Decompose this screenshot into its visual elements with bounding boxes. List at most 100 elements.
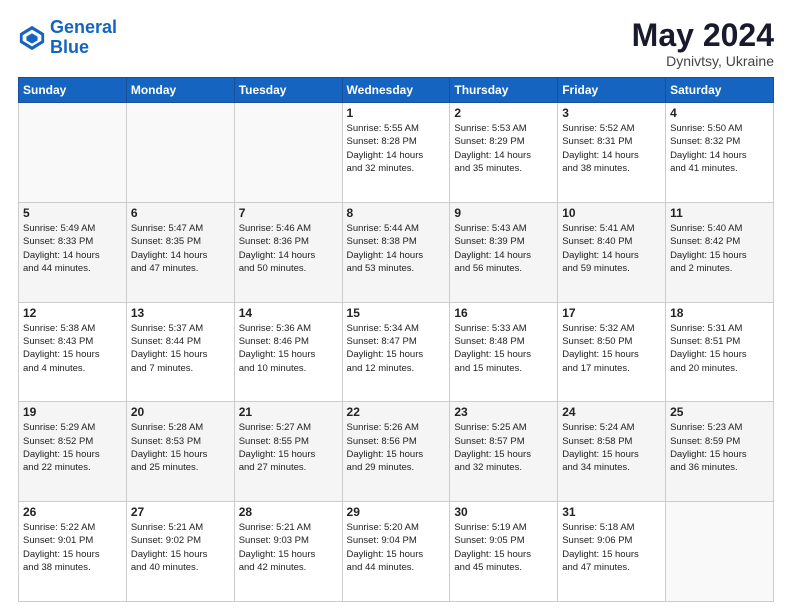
calendar-cell: 20 Sunrise: 5:28 AM Sunset: 8:53 PM Dayli…: [126, 402, 234, 502]
calendar-cell: 11 Sunrise: 5:40 AM Sunset: 8:42 PM Dayli…: [666, 202, 774, 302]
title-block: May 2024 Dynivtsy, Ukraine: [632, 18, 774, 69]
day-number: 13: [131, 306, 230, 320]
day-info: Sunrise: 5:43 AM Sunset: 8:39 PM Dayligh…: [454, 222, 553, 275]
day-number: 24: [562, 405, 661, 419]
calendar-cell: 2 Sunrise: 5:53 AM Sunset: 8:29 PM Daylig…: [450, 103, 558, 203]
day-number: 9: [454, 206, 553, 220]
calendar-cell: 27 Sunrise: 5:21 AM Sunset: 9:02 PM Dayli…: [126, 502, 234, 602]
calendar-cell: 1 Sunrise: 5:55 AM Sunset: 8:28 PM Daylig…: [342, 103, 450, 203]
day-info: Sunrise: 5:55 AM Sunset: 8:28 PM Dayligh…: [347, 122, 446, 175]
day-header-tuesday: Tuesday: [234, 78, 342, 103]
calendar-cell: 19 Sunrise: 5:29 AM Sunset: 8:52 PM Dayli…: [19, 402, 127, 502]
calendar-cell: 13Sunrise: 5:37 AM Sunset: 8:44 PM Dayli…: [126, 302, 234, 402]
day-info: Sunrise: 5:18 AM Sunset: 9:06 PM Dayligh…: [562, 521, 661, 574]
day-number: 29: [347, 505, 446, 519]
calendar-cell: 6Sunrise: 5:47 AM Sunset: 8:35 PM Daylig…: [126, 202, 234, 302]
calendar-cell: 22Sunrise: 5:26 AM Sunset: 8:56 PM Dayli…: [342, 402, 450, 502]
calendar-table: SundayMondayTuesdayWednesdayThursdayFrid…: [18, 77, 774, 602]
day-info: Sunrise: 5:28 AM Sunset: 8:53 PM Dayligh…: [131, 421, 230, 474]
logo-text: General Blue: [50, 18, 117, 58]
page: General Blue May 2024 Dynivtsy, Ukraine …: [0, 0, 792, 612]
day-info: Sunrise: 5:24 AM Sunset: 8:58 PM Dayligh…: [562, 421, 661, 474]
day-header-sunday: Sunday: [19, 78, 127, 103]
logo-line2: Blue: [50, 37, 89, 57]
day-header-wednesday: Wednesday: [342, 78, 450, 103]
calendar-cell: 26 Sunrise: 5:22 AM Sunset: 9:01 PM Dayli…: [19, 502, 127, 602]
day-info: Sunrise: 5:25 AM Sunset: 8:57 PM Dayligh…: [454, 421, 553, 474]
day-info: Sunrise: 5:31 AM Sunset: 8:51 PM Dayligh…: [670, 322, 769, 375]
calendar-cell: 18 Sunrise: 5:31 AM Sunset: 8:51 PM Dayli…: [666, 302, 774, 402]
calendar-cell: 9 Sunrise: 5:43 AM Sunset: 8:39 PM Daylig…: [450, 202, 558, 302]
calendar-cell: 12Sunrise: 5:38 AM Sunset: 8:43 PM Dayli…: [19, 302, 127, 402]
day-info: Sunrise: 5:23 AM Sunset: 8:59 PM Dayligh…: [670, 421, 769, 474]
calendar-week-2: 5 Sunrise: 5:49 AM Sunset: 8:33 PM Daylig…: [19, 202, 774, 302]
day-number: 19: [23, 405, 122, 419]
day-info: Sunrise: 5:44 AM Sunset: 8:38 PM Dayligh…: [347, 222, 446, 275]
day-info: Sunrise: 5:32 AM Sunset: 8:50 PM Dayligh…: [562, 322, 661, 375]
day-number: 3: [562, 106, 661, 120]
day-number: 14: [239, 306, 338, 320]
day-header-thursday: Thursday: [450, 78, 558, 103]
day-number: 16: [454, 306, 553, 320]
day-number: 7: [239, 206, 338, 220]
calendar-cell: 14Sunrise: 5:36 AM Sunset: 8:46 PM Dayli…: [234, 302, 342, 402]
day-number: 17: [562, 306, 661, 320]
calendar-cell: 24 Sunrise: 5:24 AM Sunset: 8:58 PM Dayli…: [558, 402, 666, 502]
calendar-cell: 23 Sunrise: 5:25 AM Sunset: 8:57 PM Dayli…: [450, 402, 558, 502]
calendar-cell: 31 Sunrise: 5:18 AM Sunset: 9:06 PM Dayli…: [558, 502, 666, 602]
day-info: Sunrise: 5:21 AM Sunset: 9:02 PM Dayligh…: [131, 521, 230, 574]
day-info: Sunrise: 5:40 AM Sunset: 8:42 PM Dayligh…: [670, 222, 769, 275]
day-number: 11: [670, 206, 769, 220]
day-info: Sunrise: 5:22 AM Sunset: 9:01 PM Dayligh…: [23, 521, 122, 574]
logo-icon: [18, 24, 46, 52]
day-info: Sunrise: 5:52 AM Sunset: 8:31 PM Dayligh…: [562, 122, 661, 175]
calendar-cell: 7 Sunrise: 5:46 AM Sunset: 8:36 PM Daylig…: [234, 202, 342, 302]
day-number: 5: [23, 206, 122, 220]
day-info: Sunrise: 5:33 AM Sunset: 8:48 PM Dayligh…: [454, 322, 553, 375]
day-number: 21: [239, 405, 338, 419]
day-info: Sunrise: 5:38 AM Sunset: 8:43 PM Dayligh…: [23, 322, 122, 375]
calendar-cell: 25 Sunrise: 5:23 AM Sunset: 8:59 PM Dayli…: [666, 402, 774, 502]
day-number: 31: [562, 505, 661, 519]
day-header-friday: Friday: [558, 78, 666, 103]
header: General Blue May 2024 Dynivtsy, Ukraine: [18, 18, 774, 69]
day-number: 23: [454, 405, 553, 419]
calendar-cell: 29Sunrise: 5:20 AM Sunset: 9:04 PM Dayli…: [342, 502, 450, 602]
day-number: 4: [670, 106, 769, 120]
day-info: Sunrise: 5:53 AM Sunset: 8:29 PM Dayligh…: [454, 122, 553, 175]
calendar-week-5: 26 Sunrise: 5:22 AM Sunset: 9:01 PM Dayli…: [19, 502, 774, 602]
logo: General Blue: [18, 18, 117, 58]
calendar-cell: [234, 103, 342, 203]
day-number: 1: [347, 106, 446, 120]
day-info: Sunrise: 5:26 AM Sunset: 8:56 PM Dayligh…: [347, 421, 446, 474]
calendar-week-3: 12Sunrise: 5:38 AM Sunset: 8:43 PM Dayli…: [19, 302, 774, 402]
day-number: 20: [131, 405, 230, 419]
calendar-cell: [19, 103, 127, 203]
day-info: Sunrise: 5:47 AM Sunset: 8:35 PM Dayligh…: [131, 222, 230, 275]
calendar-cell: [126, 103, 234, 203]
day-number: 30: [454, 505, 553, 519]
day-number: 18: [670, 306, 769, 320]
calendar-cell: 4 Sunrise: 5:50 AM Sunset: 8:32 PM Daylig…: [666, 103, 774, 203]
calendar-cell: [666, 502, 774, 602]
day-info: Sunrise: 5:49 AM Sunset: 8:33 PM Dayligh…: [23, 222, 122, 275]
calendar-cell: 16 Sunrise: 5:33 AM Sunset: 8:48 PM Dayli…: [450, 302, 558, 402]
day-number: 26: [23, 505, 122, 519]
day-number: 15: [347, 306, 446, 320]
day-info: Sunrise: 5:41 AM Sunset: 8:40 PM Dayligh…: [562, 222, 661, 275]
calendar-cell: 28Sunrise: 5:21 AM Sunset: 9:03 PM Dayli…: [234, 502, 342, 602]
calendar-cell: 17 Sunrise: 5:32 AM Sunset: 8:50 PM Dayli…: [558, 302, 666, 402]
day-info: Sunrise: 5:29 AM Sunset: 8:52 PM Dayligh…: [23, 421, 122, 474]
subtitle: Dynivtsy, Ukraine: [632, 53, 774, 69]
calendar-cell: 21Sunrise: 5:27 AM Sunset: 8:55 PM Dayli…: [234, 402, 342, 502]
day-number: 25: [670, 405, 769, 419]
day-info: Sunrise: 5:46 AM Sunset: 8:36 PM Dayligh…: [239, 222, 338, 275]
day-info: Sunrise: 5:50 AM Sunset: 8:32 PM Dayligh…: [670, 122, 769, 175]
day-number: 8: [347, 206, 446, 220]
calendar-cell: 5 Sunrise: 5:49 AM Sunset: 8:33 PM Daylig…: [19, 202, 127, 302]
calendar-cell: 10Sunrise: 5:41 AM Sunset: 8:40 PM Dayli…: [558, 202, 666, 302]
day-number: 27: [131, 505, 230, 519]
calendar-cell: 30Sunrise: 5:19 AM Sunset: 9:05 PM Dayli…: [450, 502, 558, 602]
day-number: 2: [454, 106, 553, 120]
calendar-cell: 8 Sunrise: 5:44 AM Sunset: 8:38 PM Daylig…: [342, 202, 450, 302]
